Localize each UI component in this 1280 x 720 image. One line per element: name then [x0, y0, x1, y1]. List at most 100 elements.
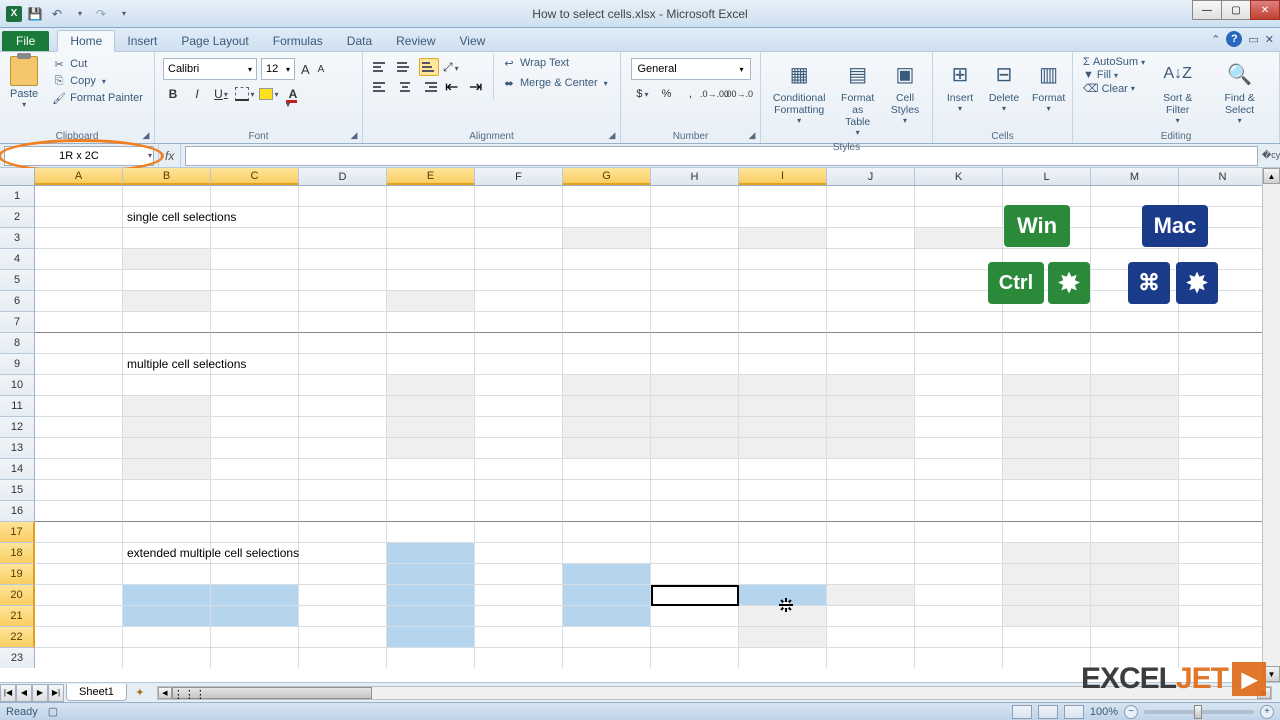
cell[interactable] [211, 228, 299, 249]
cell[interactable]: single cell selections [123, 207, 211, 228]
cell[interactable] [1003, 375, 1091, 396]
select-all-corner[interactable] [0, 168, 35, 185]
cell[interactable] [387, 396, 475, 417]
cell[interactable] [1091, 333, 1179, 354]
cell[interactable] [35, 312, 123, 333]
cell[interactable] [299, 522, 387, 543]
cell[interactable] [827, 270, 915, 291]
cell[interactable] [387, 627, 475, 648]
cell[interactable] [475, 459, 563, 480]
row-header[interactable]: 8 [0, 333, 35, 354]
row-header[interactable]: 18 [0, 543, 35, 564]
cell[interactable] [915, 312, 1003, 333]
cell[interactable] [739, 291, 827, 312]
cell[interactable] [651, 207, 739, 228]
cell[interactable] [915, 564, 1003, 585]
cell[interactable] [827, 606, 915, 627]
cell[interactable] [1179, 186, 1267, 207]
cell[interactable] [563, 396, 651, 417]
cell[interactable] [123, 270, 211, 291]
row-header[interactable]: 16 [0, 501, 35, 522]
cell[interactable] [387, 375, 475, 396]
cell[interactable] [211, 417, 299, 438]
delete-cells-button[interactable]: ⊟Delete▾ [983, 56, 1025, 115]
cell[interactable] [1091, 606, 1179, 627]
cell[interactable] [563, 585, 651, 606]
cell[interactable] [475, 564, 563, 585]
cell[interactable] [915, 501, 1003, 522]
grow-font-icon[interactable]: A [299, 62, 312, 77]
align-center-button[interactable] [395, 78, 415, 96]
cell[interactable] [299, 438, 387, 459]
font-name-combo[interactable]: Calibri▾ [163, 58, 257, 80]
insert-cells-button[interactable]: ⊞Insert▾ [939, 56, 981, 115]
row-header[interactable]: 3 [0, 228, 35, 249]
cell[interactable] [299, 354, 387, 375]
cell[interactable] [1091, 438, 1179, 459]
cell[interactable] [915, 648, 1003, 668]
cell[interactable] [123, 333, 211, 354]
autosum-button[interactable]: ΣAutoSum▾ [1083, 56, 1145, 68]
fx-icon[interactable]: fx [165, 149, 174, 163]
column-header[interactable]: B [123, 168, 211, 185]
comma-format-button[interactable]: , [680, 84, 702, 104]
cell[interactable] [915, 480, 1003, 501]
cell[interactable] [1179, 354, 1267, 375]
cell[interactable] [211, 606, 299, 627]
cell[interactable] [475, 627, 563, 648]
cell[interactable] [123, 522, 211, 543]
cell[interactable] [387, 543, 475, 564]
cell[interactable] [299, 543, 387, 564]
row-header[interactable]: 23 [0, 648, 35, 668]
cell[interactable] [915, 354, 1003, 375]
cell[interactable] [739, 228, 827, 249]
cell[interactable] [299, 417, 387, 438]
column-header[interactable]: K [915, 168, 1003, 185]
bold-button[interactable]: B [163, 84, 183, 104]
cell[interactable] [475, 522, 563, 543]
cell[interactable] [1179, 627, 1267, 648]
cell[interactable] [1179, 606, 1267, 627]
row-header[interactable]: 1 [0, 186, 35, 207]
row-header[interactable]: 13 [0, 438, 35, 459]
cell[interactable] [123, 480, 211, 501]
cell[interactable] [1003, 354, 1091, 375]
cell[interactable] [1091, 417, 1179, 438]
align-top-button[interactable] [371, 58, 391, 76]
cell[interactable] [651, 249, 739, 270]
cell[interactable] [475, 501, 563, 522]
cell[interactable] [1003, 627, 1091, 648]
cell[interactable] [651, 459, 739, 480]
row-header[interactable]: 4 [0, 249, 35, 270]
cell[interactable] [211, 627, 299, 648]
cell[interactable] [739, 186, 827, 207]
cell[interactable] [1179, 522, 1267, 543]
cell[interactable] [739, 333, 827, 354]
cell[interactable] [827, 396, 915, 417]
cell[interactable] [123, 606, 211, 627]
cell[interactable] [827, 648, 915, 668]
cell[interactable] [827, 543, 915, 564]
cell[interactable] [123, 417, 211, 438]
cell[interactable] [211, 270, 299, 291]
cell[interactable] [1003, 438, 1091, 459]
cell[interactable] [739, 417, 827, 438]
accounting-format-button[interactable]: $ [632, 84, 654, 104]
minimize-ribbon-icon[interactable]: ⌃ [1211, 33, 1220, 46]
cell[interactable] [1179, 459, 1267, 480]
cell[interactable] [475, 648, 563, 668]
cell[interactable] [827, 585, 915, 606]
cell[interactable] [563, 333, 651, 354]
cell[interactable] [563, 606, 651, 627]
cell[interactable] [739, 543, 827, 564]
cell[interactable] [1179, 585, 1267, 606]
row-header[interactable]: 14 [0, 459, 35, 480]
cell[interactable] [563, 480, 651, 501]
cell[interactable] [123, 627, 211, 648]
cell[interactable] [915, 438, 1003, 459]
cell[interactable] [651, 354, 739, 375]
cell[interactable] [827, 228, 915, 249]
number-format-combo[interactable]: General▾ [631, 58, 751, 80]
scroll-up-button[interactable]: ▲ [1263, 168, 1280, 184]
cell[interactable] [35, 564, 123, 585]
